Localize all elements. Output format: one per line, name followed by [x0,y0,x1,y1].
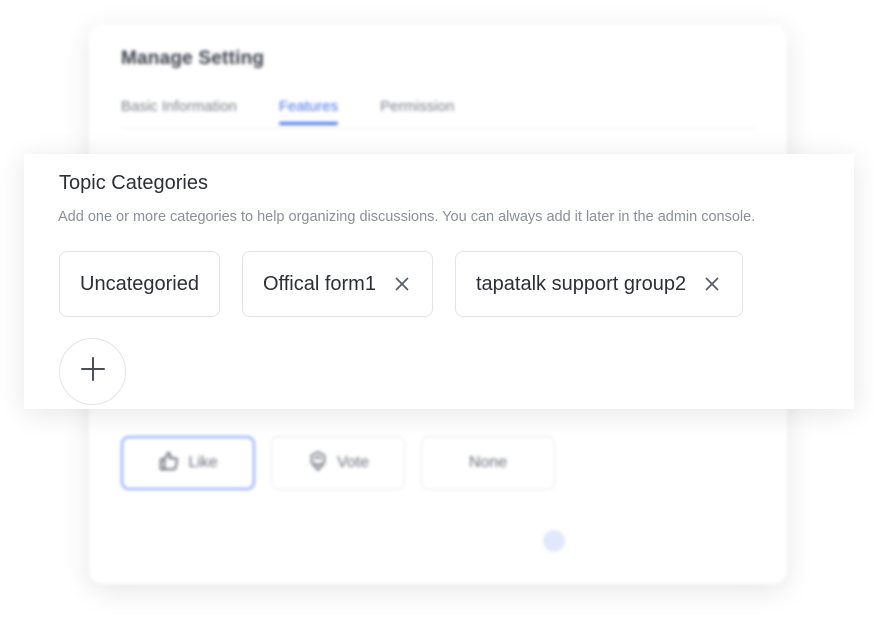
topic-categories-description: Add one or more categories to help organ… [58,209,756,225]
close-icon[interactable] [392,274,412,294]
close-icon[interactable] [702,274,722,294]
category-chip-label: Uncategoried [80,272,199,295]
like-label: Like [188,454,218,471]
category-chip[interactable]: Uncategoried [59,251,220,317]
none-label: None [468,454,508,471]
plus-icon [80,356,106,387]
settings-tabs: Basic Information Features Permission [121,98,454,125]
category-chip[interactable]: Offical form1 [241,251,433,317]
category-chip-list: Uncategoried Offical form1 tapatalk supp… [59,251,744,317]
pagination-dot [543,530,565,552]
like-option[interactable]: Like [121,436,255,490]
topic-categories-title: Topic Categories [59,172,208,194]
none-option[interactable]: None [421,436,555,490]
thumbs-up-icon [158,450,180,477]
vote-label: Vote [336,454,370,471]
vote-option[interactable]: Vote [271,436,405,490]
reaction-options: Like Vote None [121,436,555,490]
category-chip[interactable]: tapatalk support group2 [454,251,744,317]
tabs-divider [121,128,755,129]
tab-features[interactable]: Features [278,98,339,125]
topic-categories-panel: Topic Categories Add one or more categor… [24,154,854,409]
page-title: Manage Setting [121,48,265,69]
category-chip-label: Offical form1 [262,272,376,295]
vote-icon [307,450,329,477]
tab-basic-information[interactable]: Basic Information [121,98,237,125]
tab-permission[interactable]: Permission [380,98,454,125]
category-chip-label: tapatalk support group2 [475,272,687,295]
add-category-button[interactable] [59,338,126,405]
